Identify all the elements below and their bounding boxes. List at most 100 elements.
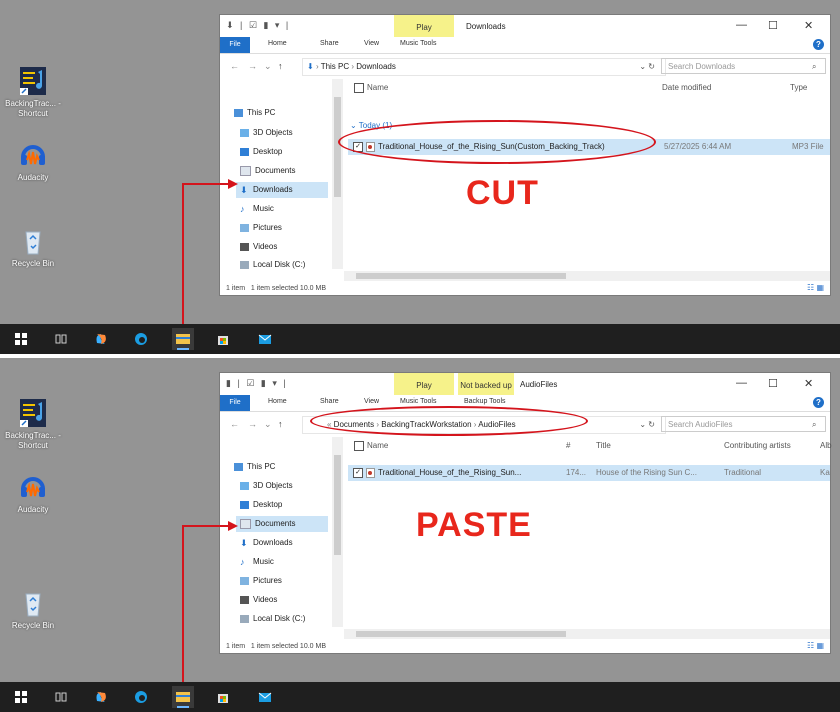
select-all-checkbox[interactable] (354, 83, 364, 93)
tab-music-tools[interactable]: Music Tools (400, 40, 436, 47)
forward-arrow-icon[interactable]: → (248, 419, 257, 429)
file-row[interactable]: ✓ Traditional_House_of_the_Rising_Sun... … (348, 465, 830, 481)
breadcrumb-downloads[interactable]: Downloads (356, 62, 396, 71)
search-input[interactable]: Search Downloads (661, 58, 826, 74)
column-header-name[interactable]: Name (354, 83, 388, 93)
scrollbar-thumb[interactable] (334, 97, 341, 197)
contextual-tab-play[interactable]: Play (394, 373, 454, 395)
nav-item-desktop[interactable]: Desktop (240, 144, 282, 160)
tab-music-tools[interactable]: Music Tools (400, 398, 436, 405)
title-bar[interactable]: ▮ | ☑ ▮ ▾ | Play Not backed up AudioFile… (220, 373, 830, 395)
column-header-type[interactable]: Type (790, 83, 807, 92)
back-arrow-icon[interactable]: ← (230, 61, 239, 71)
copilot-icon[interactable] (94, 690, 108, 704)
help-icon[interactable]: ? (813, 397, 824, 408)
nav-item-pictures[interactable]: Pictures (240, 573, 282, 589)
tab-view[interactable]: View (364, 398, 379, 405)
minimize-icon[interactable]: — (736, 19, 747, 31)
nav-item-this-pc[interactable]: This PC (234, 105, 275, 121)
help-icon[interactable]: ? (813, 39, 824, 50)
select-all-checkbox[interactable] (354, 441, 364, 451)
column-header-date[interactable]: Date modified (662, 83, 711, 92)
edge-browser-icon[interactable] (134, 690, 148, 704)
nav-item-documents[interactable]: Documents (236, 516, 328, 532)
nav-item-local-disk[interactable]: Local Disk (C:) (240, 611, 305, 627)
up-arrow-icon[interactable]: ↑ (278, 61, 283, 71)
task-view-icon[interactable] (54, 690, 68, 704)
edge-browser-icon[interactable] (134, 332, 148, 346)
nav-pane-scrollbar[interactable] (332, 79, 343, 269)
close-icon[interactable]: ✕ (804, 377, 813, 390)
tab-share[interactable]: Share (320, 398, 339, 405)
desktop-icon-recycle-bin[interactable]: Recycle Bin (2, 226, 64, 269)
nav-item-this-pc[interactable]: This PC (234, 459, 275, 475)
tab-home[interactable]: Home (268, 40, 287, 47)
contextual-tab-not-backed-up[interactable]: Not backed up (458, 373, 514, 395)
address-dropdown-refresh[interactable]: ⌄ ↻ (639, 417, 655, 433)
column-header-title[interactable]: Title (596, 441, 611, 450)
desktop-icon-audacity[interactable]: Audacity (2, 140, 64, 183)
nav-item-videos[interactable]: Videos (240, 592, 277, 608)
address-bar[interactable]: ⬇ › This PC › Downloads ⌄ ↻ (302, 58, 666, 76)
close-icon[interactable]: ✕ (804, 19, 813, 32)
nav-item-videos[interactable]: Videos (240, 239, 277, 255)
scrollbar-thumb[interactable] (334, 455, 341, 555)
column-header-number[interactable]: # (566, 441, 570, 450)
mail-icon[interactable] (258, 332, 272, 346)
column-header-artists[interactable]: Contributing artists (724, 441, 791, 450)
nav-item-documents[interactable]: Documents (240, 163, 295, 179)
task-view-icon[interactable] (54, 332, 68, 346)
store-icon[interactable] (216, 332, 230, 346)
nav-item-local-disk[interactable]: Local Disk (C:) (240, 257, 305, 273)
desktop-icon-backing-track[interactable]: BackingTrac... - Shortcut (2, 398, 64, 451)
nav-item-downloads[interactable]: ⬇ Downloads (240, 535, 293, 551)
desktop-icon-recycle-bin[interactable]: Recycle Bin (2, 588, 64, 631)
quick-access-toolbar[interactable]: ⬇ | ☑ ▮ ▾ | (226, 20, 290, 31)
tab-home[interactable]: Home (268, 398, 287, 405)
view-toggle-icons[interactable]: ☷ ▦ (807, 283, 824, 292)
desktop-icon-audacity[interactable]: Audacity (2, 472, 64, 515)
nav-item-3d-objects[interactable]: 3D Objects (240, 478, 293, 494)
contextual-tab-play[interactable]: Play (394, 15, 454, 37)
back-arrow-icon[interactable]: ← (230, 419, 239, 429)
tab-view[interactable]: View (364, 40, 379, 47)
desktop-icon-backing-track[interactable]: BackingTrac... - Shortcut (2, 66, 64, 119)
view-toggle-icons[interactable]: ☷ ▦ (807, 641, 824, 650)
mail-icon[interactable] (258, 690, 272, 704)
horizontal-scrollbar[interactable] (344, 271, 830, 281)
scrollbar-thumb[interactable] (356, 631, 566, 637)
column-header-album[interactable]: Alb (820, 441, 832, 450)
breadcrumb-this-pc[interactable]: This PC (321, 62, 349, 71)
quick-access-toolbar[interactable]: ▮ | ☑ ▮ ▾ | (226, 378, 288, 389)
maximize-icon[interactable]: ☐ (768, 377, 778, 390)
nav-item-desktop[interactable]: Desktop (240, 497, 282, 513)
maximize-icon[interactable]: ☐ (768, 19, 778, 32)
search-input[interactable]: Search AudioFiles (661, 416, 826, 432)
forward-arrow-icon[interactable]: → (248, 61, 257, 71)
scrollbar-thumb[interactable] (356, 273, 566, 279)
nav-item-3d-objects[interactable]: 3D Objects (240, 125, 293, 141)
minimize-icon[interactable]: — (736, 377, 747, 389)
row-checkbox[interactable]: ✓ (353, 467, 363, 478)
file-explorer-taskbar-icon[interactable] (172, 328, 194, 350)
tab-file[interactable]: File (220, 37, 250, 53)
tab-share[interactable]: Share (320, 40, 339, 47)
copilot-icon[interactable] (94, 332, 108, 346)
nav-item-music[interactable]: ♪ Music (240, 201, 274, 217)
start-icon[interactable] (14, 332, 28, 346)
up-arrow-icon[interactable]: ↑ (278, 419, 283, 429)
address-dropdown-refresh[interactable]: ⌄ ↻ (639, 59, 655, 75)
nav-pane-scrollbar[interactable] (332, 437, 343, 627)
column-header-name[interactable]: Name (354, 441, 388, 451)
store-icon[interactable] (216, 690, 230, 704)
tab-backup-tools[interactable]: Backup Tools (464, 398, 506, 405)
title-bar[interactable]: ⬇ | ☑ ▮ ▾ | Play Downloads — ☐ ✕ (220, 15, 830, 37)
nav-item-pictures[interactable]: Pictures (240, 220, 282, 236)
nav-item-music[interactable]: ♪ Music (240, 554, 274, 570)
horizontal-scrollbar[interactable] (344, 629, 830, 639)
start-icon[interactable] (14, 690, 28, 704)
file-explorer-taskbar-icon[interactable] (172, 686, 194, 708)
tab-file[interactable]: File (220, 395, 250, 411)
recent-chevron-icon[interactable]: ⌄ (264, 419, 272, 430)
recent-chevron-icon[interactable]: ⌄ (264, 61, 272, 72)
